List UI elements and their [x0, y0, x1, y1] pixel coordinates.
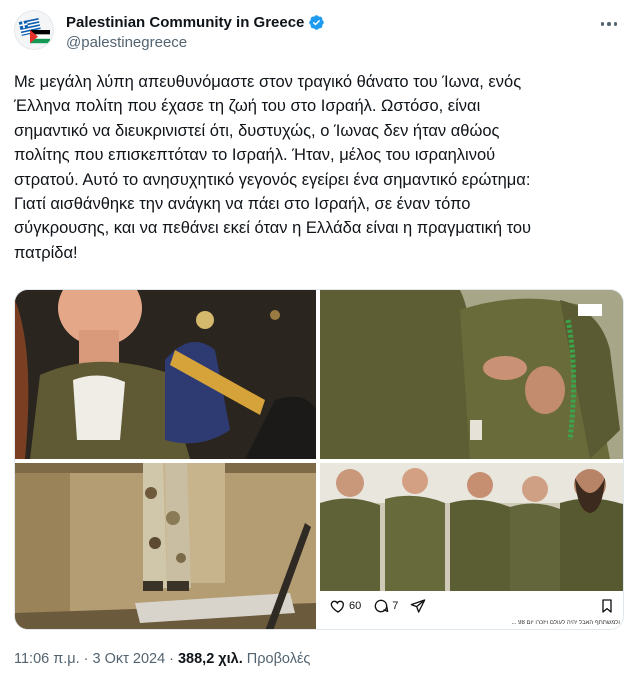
- views-count: 388,2 χιλ.: [177, 651, 243, 667]
- instagram-action-bar: 60 7: [320, 593, 623, 619]
- account-handle[interactable]: @palestinegreece: [66, 34, 187, 51]
- instagram-like[interactable]: 60: [330, 598, 361, 614]
- more-dot-icon: [613, 22, 618, 26]
- instagram-caption: ולמשתתף האבל יהיה לעולם ויזכרו יום 98 ..…: [511, 620, 621, 626]
- soldier-portrait-image: [15, 290, 316, 459]
- insignia-ceremony-image: [320, 290, 623, 459]
- views-label: Προβολές: [246, 651, 311, 667]
- bookmark-icon: [602, 599, 612, 613]
- avatar[interactable]: [14, 10, 54, 50]
- photo-instagram-post[interactable]: 60 7 ולמשתתף האבל יהיה לעולם ויזכרו יום …: [320, 463, 623, 629]
- more-options-button[interactable]: [596, 14, 622, 34]
- name-row: Palestinian Community in Greece: [66, 12, 325, 32]
- photo-camo-uniform[interactable]: [15, 463, 316, 629]
- greek-palestinian-flags-icon: [18, 18, 50, 44]
- footer-separator: ·: [83, 651, 89, 667]
- tweet-date[interactable]: 3 Οκτ 2024: [93, 651, 166, 667]
- soldiers-group-image: [320, 463, 623, 591]
- verified-badge-icon: [309, 14, 325, 30]
- instagram-like-count: 60: [349, 600, 362, 612]
- comment-bubble-icon: [374, 599, 389, 613]
- instagram-comment-count: 7: [392, 600, 399, 612]
- display-name[interactable]: Palestinian Community in Greece: [66, 14, 304, 31]
- photo-soldier-portrait[interactable]: [15, 290, 316, 459]
- instagram-photo: [320, 463, 623, 591]
- more-dot-icon: [600, 22, 605, 26]
- camo-uniform-image: [15, 463, 316, 629]
- paper-plane-icon: [411, 599, 426, 613]
- instagram-share[interactable]: [410, 598, 426, 614]
- tweet-text: Με μεγάλη λύπη απευθυνόμαστε στον τραγικ…: [14, 73, 532, 262]
- heart-icon: [330, 600, 344, 613]
- tweet-time[interactable]: 11:06 π.μ.: [14, 651, 80, 667]
- instagram-comment[interactable]: 7: [373, 598, 398, 614]
- photo-insignia-ceremony[interactable]: [320, 290, 623, 459]
- instagram-save[interactable]: [599, 598, 615, 614]
- tweet-footer: 11:06 π.μ. · 3 Οκτ 2024 · 388,2 χιλ. Προ…: [14, 651, 310, 667]
- tweet-header: Palestinian Community in Greece @palesti…: [14, 10, 626, 56]
- media-grid: 60 7 ולמשתתף האבל יהיה לעולם ויזכרו יום …: [14, 289, 624, 630]
- footer-separator: ·: [169, 651, 174, 667]
- more-dot-icon: [607, 22, 611, 26]
